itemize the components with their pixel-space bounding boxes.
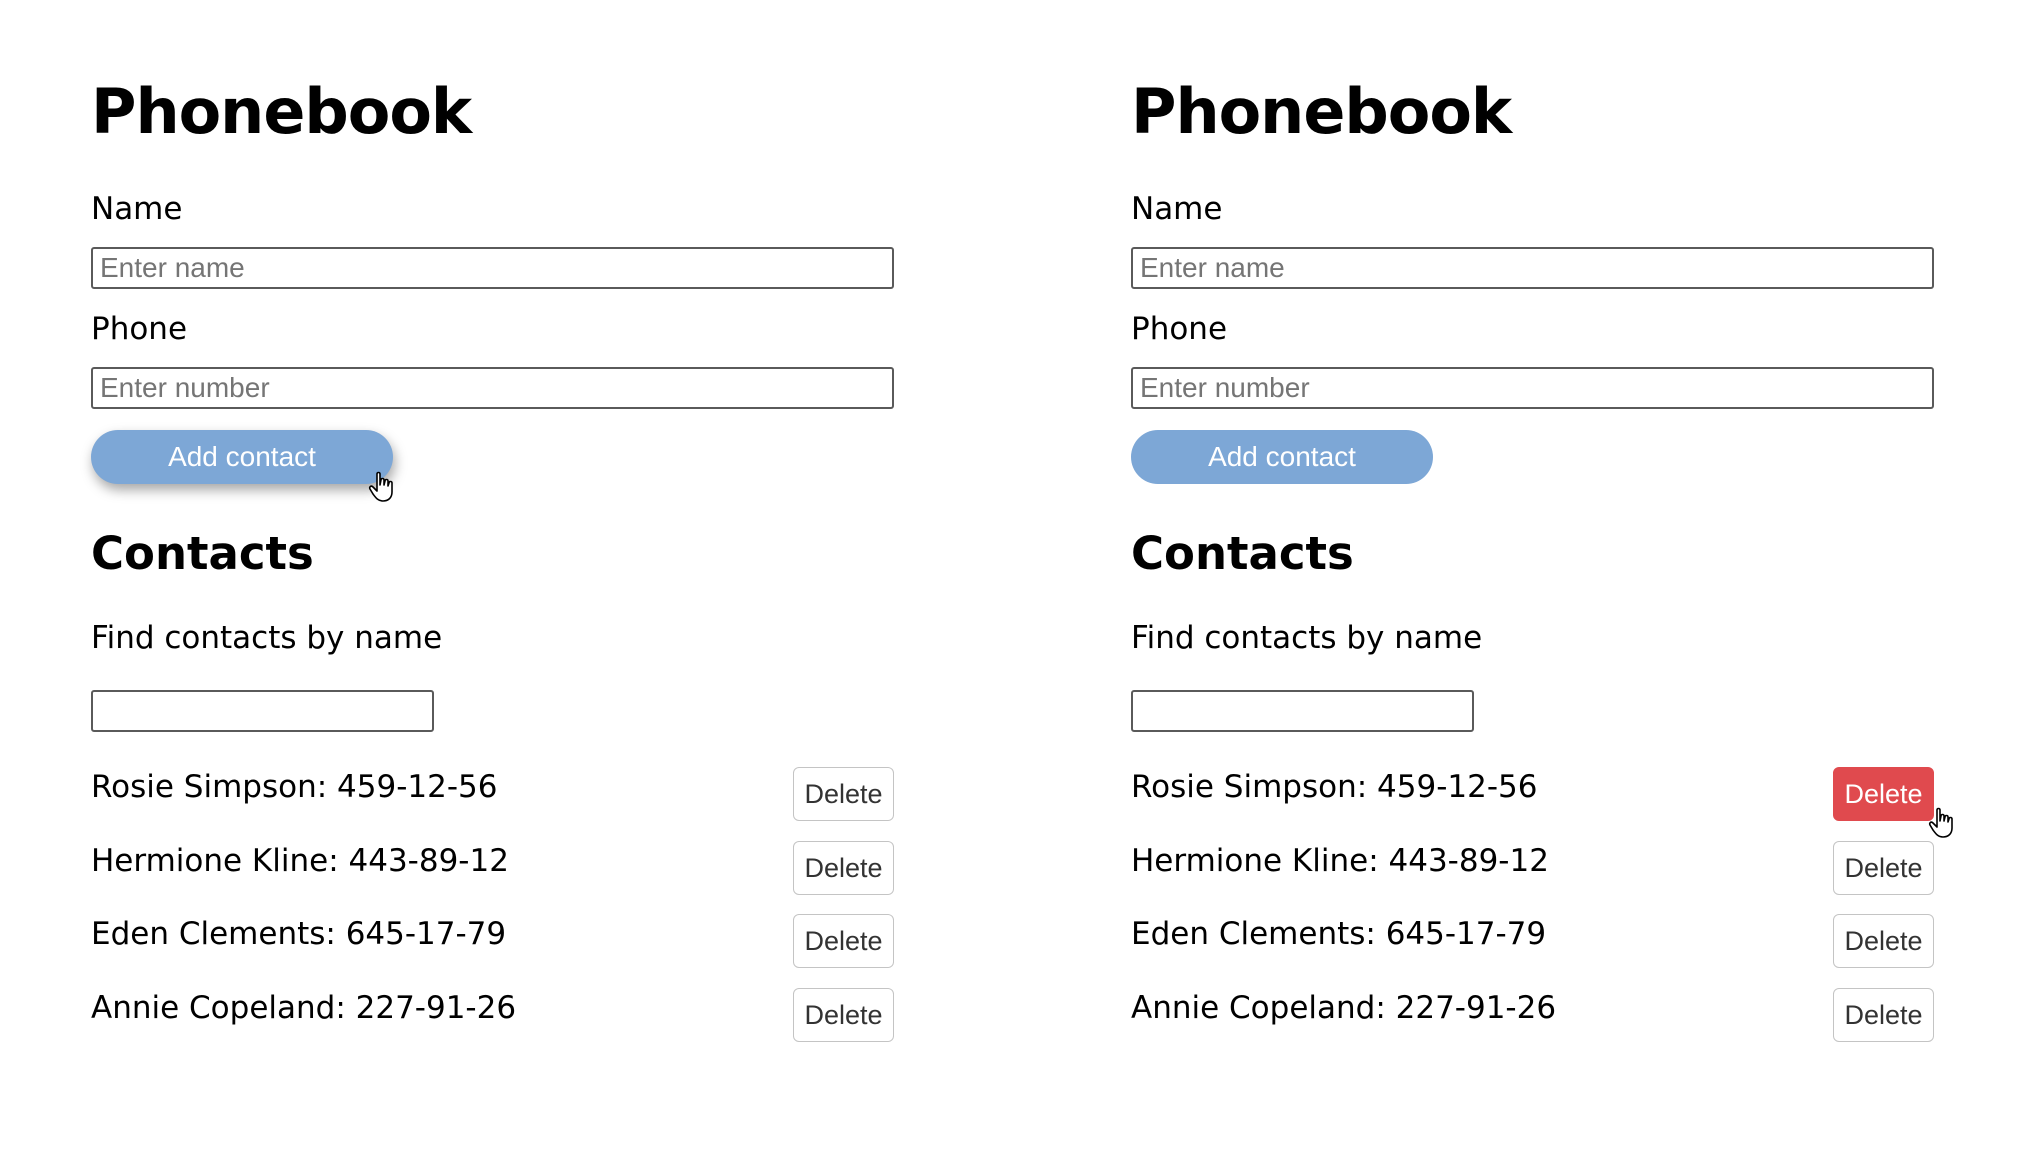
phone-input[interactable]: [1131, 367, 1934, 409]
contact-item: Eden Clements: 645-17-79 Delete: [91, 912, 894, 968]
delete-button[interactable]: Delete: [793, 841, 894, 895]
contact-item: Annie Copeland: 227-91-26 Delete: [1131, 986, 1934, 1042]
contact-item: Hermione Kline: 443-89-12 Delete: [1131, 839, 1934, 895]
delete-button[interactable]: Delete: [793, 914, 894, 968]
contact-item: Annie Copeland: 227-91-26 Delete: [91, 986, 894, 1042]
contact-item: Rosie Simpson: 459-12-56 Delete: [91, 765, 894, 821]
filter-label: Find contacts by name: [1131, 620, 1483, 656]
filter-input[interactable]: [91, 690, 434, 732]
delete-button[interactable]: Delete: [1833, 767, 1934, 821]
delete-button[interactable]: Delete: [793, 988, 894, 1042]
contact-text: Rosie Simpson: 459-12-56: [1131, 769, 1538, 805]
phonebook-panel-left: Phonebook Name Phone Add contact Contact…: [91, 0, 901, 1162]
contact-item: Rosie Simpson: 459-12-56 Delete: [1131, 765, 1934, 821]
contact-text: Hermione Kline: 443-89-12: [91, 843, 509, 879]
contact-text: Hermione Kline: 443-89-12: [1131, 843, 1549, 879]
name-input[interactable]: [91, 247, 894, 289]
filter-label: Find contacts by name: [91, 620, 443, 656]
contact-text: Annie Copeland: 227-91-26: [1131, 990, 1557, 1026]
contact-text: Annie Copeland: 227-91-26: [91, 990, 517, 1026]
contact-text: Rosie Simpson: 459-12-56: [91, 769, 498, 805]
contact-text: Eden Clements: 645-17-79: [1131, 916, 1547, 952]
delete-button[interactable]: Delete: [1833, 914, 1934, 968]
page-title: Phonebook: [1131, 75, 1512, 148]
name-label: Name: [1131, 191, 1223, 227]
contacts-heading: Contacts: [1131, 527, 1354, 580]
delete-button[interactable]: Delete: [793, 767, 894, 821]
filter-input[interactable]: [1131, 690, 1474, 732]
phone-label: Phone: [91, 311, 188, 347]
add-contact-button[interactable]: Add contact: [1131, 430, 1433, 484]
hand-pointer-icon: [1928, 807, 1953, 838]
name-label: Name: [91, 191, 183, 227]
delete-button[interactable]: Delete: [1833, 841, 1934, 895]
contacts-heading: Contacts: [91, 527, 314, 580]
name-input[interactable]: [1131, 247, 1934, 289]
phone-label: Phone: [1131, 311, 1228, 347]
hand-pointer-icon: [368, 471, 393, 502]
delete-button[interactable]: Delete: [1833, 988, 1934, 1042]
contact-item: Eden Clements: 645-17-79 Delete: [1131, 912, 1934, 968]
phone-input[interactable]: [91, 367, 894, 409]
contact-item: Hermione Kline: 443-89-12 Delete: [91, 839, 894, 895]
contact-text: Eden Clements: 645-17-79: [91, 916, 507, 952]
phonebook-panel-right: Phonebook Name Phone Add contact Contact…: [1131, 0, 1953, 1162]
add-contact-button[interactable]: Add contact: [91, 430, 393, 484]
page-title: Phonebook: [91, 75, 472, 148]
